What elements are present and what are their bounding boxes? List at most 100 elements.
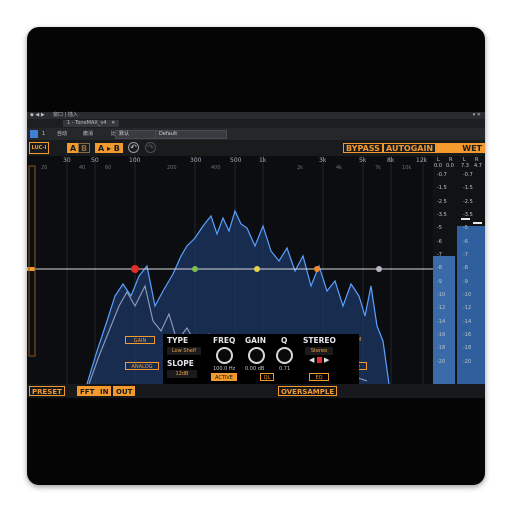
meter-scale-tick: -20 bbox=[437, 358, 446, 365]
stereo-mode-icon bbox=[317, 357, 322, 363]
meter-scale-tick: -0.7 bbox=[437, 172, 447, 178]
plugin-window: ◆ ◀ ▶ 窗口 | 插入 ▾ ✕ 1 - ToneMAX_v4 ✕ 1 自动 … bbox=[27, 112, 485, 398]
freq-sub-label: 200 bbox=[167, 165, 177, 171]
freq-label: 30 bbox=[63, 157, 71, 164]
gain-knob[interactable] bbox=[248, 347, 265, 364]
fft-button[interactable]: FFT bbox=[77, 386, 98, 396]
meter-l-peak: 0.0 bbox=[434, 163, 442, 169]
type-select[interactable]: Low Shelf bbox=[167, 347, 201, 355]
meter-scale-tick: -18 bbox=[463, 345, 472, 352]
slope-select[interactable]: 12dB bbox=[167, 370, 197, 378]
gain-value: 0.00 dB bbox=[245, 366, 265, 372]
meter-scale-tick: -5 bbox=[463, 225, 468, 232]
band-panel: TYPE Low Shelf SLOPE 12dB FREQ 100.0 Hz … bbox=[163, 334, 359, 384]
freq-sub-label: 10k bbox=[402, 165, 412, 171]
eq-small-button[interactable]: EQ bbox=[309, 373, 329, 381]
meter-scale-tick: -12 bbox=[437, 305, 446, 312]
host-item-c[interactable]: 撤消 bbox=[83, 128, 93, 140]
in-button[interactable]: IN bbox=[97, 386, 112, 396]
analog-button[interactable]: ANALOG bbox=[125, 362, 159, 370]
b-button[interactable]: B bbox=[78, 143, 91, 153]
freq-sub-label: 2k bbox=[297, 165, 304, 171]
meter-scale-tick: -14 bbox=[463, 318, 472, 325]
title-icons[interactable]: ◆ ◀ ▶ bbox=[30, 112, 45, 119]
meter-scale-tick: -1.5 bbox=[463, 185, 473, 192]
stereo-panel-label: STEREO bbox=[303, 336, 336, 345]
eq-graph[interactable]: 30 50 100 300 500 1k 3k 5k 8k 12k 20 40 … bbox=[27, 156, 433, 384]
gain-knob-label: GAIN bbox=[245, 336, 267, 345]
meter-scale-tick: -8 bbox=[463, 265, 468, 272]
freq-label: 12k bbox=[416, 157, 428, 164]
window-controls[interactable]: ▾ ✕ bbox=[473, 112, 481, 119]
tab-label: 1 - ToneMAX_v4 bbox=[67, 120, 107, 126]
freq-label: FREQ bbox=[213, 336, 236, 345]
freq-label: 50 bbox=[91, 157, 99, 164]
undo-icon[interactable]: ↶ bbox=[128, 142, 139, 153]
title-menu[interactable]: 窗口 | 插入 bbox=[53, 112, 78, 119]
meter-scale-tick: -16 bbox=[463, 332, 472, 338]
meter-scale-tick: -3.5 bbox=[437, 212, 447, 218]
meter-scale-tick: -3.5 bbox=[463, 212, 473, 218]
host-toolbar: 1 自动 撤消 比较 默认 Default bbox=[27, 128, 485, 140]
freq-sub-label: 40 bbox=[79, 165, 86, 171]
meter-scale-tick: -16 bbox=[437, 332, 446, 338]
meter-scale-tick: -7 bbox=[463, 252, 468, 258]
host-tab-bar: 1 - ToneMAX_v4 ✕ bbox=[27, 119, 485, 128]
freq-sub-label: 20 bbox=[41, 165, 48, 171]
gain-button[interactable]: GAIN bbox=[125, 336, 155, 344]
freq-label: 5k bbox=[359, 157, 367, 164]
stereo-arrows[interactable]: ◀ ▶ bbox=[309, 356, 331, 364]
freq-label: 1k bbox=[259, 157, 267, 164]
freq-label: 3k bbox=[319, 157, 327, 164]
meter-scale-tick: -2.5 bbox=[437, 198, 447, 205]
freq-label: 100 bbox=[129, 157, 141, 164]
meter-scale-tick: -8 bbox=[437, 265, 442, 272]
meter-scale-right: -0.7 -1.5 -2.5 -3.5 -5 -6 -7 -8 -9 -10 -12 -14 -16 -1… bbox=[463, 172, 483, 372]
redo-icon[interactable]: ↷ bbox=[145, 142, 156, 153]
freq-knob[interactable] bbox=[216, 347, 233, 364]
meter-scale-tick: -10 bbox=[463, 292, 472, 298]
meter-scale-tick: -6 bbox=[463, 238, 468, 245]
wet-button[interactable]: WET bbox=[435, 143, 485, 153]
tab-active[interactable]: 1 - ToneMAX_v4 ✕ bbox=[63, 120, 120, 127]
output-meter: L R L R 0.0 0.0 7.3 4.7 -0.7 -1.5 -2.5 -3.5… bbox=[433, 156, 485, 384]
tab-close-icon[interactable]: ✕ bbox=[111, 120, 115, 126]
q-value: 0.71 bbox=[279, 366, 291, 372]
power-icon[interactable] bbox=[30, 130, 38, 138]
host-title-bar: ◆ ◀ ▶ 窗口 | 插入 ▾ ✕ bbox=[27, 112, 485, 119]
slope-label: SLOPE bbox=[167, 359, 194, 368]
bypass-button[interactable]: BYPASS bbox=[343, 143, 383, 153]
meter-scale-tick: -0.7 bbox=[463, 172, 473, 178]
q-knob[interactable] bbox=[276, 347, 293, 364]
freq-sub-label: 60 bbox=[105, 165, 112, 171]
q-label: Q bbox=[281, 336, 288, 345]
preset-button[interactable]: PRESET bbox=[29, 386, 65, 396]
device-frame: ◆ ◀ ▶ 窗口 | 插入 ▾ ✕ 1 - ToneMAX_v4 ✕ 1 自动 … bbox=[27, 27, 485, 485]
preset-select[interactable]: Default bbox=[155, 130, 227, 139]
meter-scale-tick: -12 bbox=[463, 305, 472, 312]
meter2-r-peak: 4.7 bbox=[474, 163, 482, 169]
autogain-button[interactable]: AUTOGAIN bbox=[383, 143, 437, 153]
stereo-select[interactable]: Stereo bbox=[305, 347, 333, 355]
host-item-b[interactable]: 自动 bbox=[57, 128, 67, 140]
out-button[interactable]: OUT bbox=[113, 386, 136, 396]
meter-scale-tick: -1.5 bbox=[437, 185, 447, 192]
left-arrow-icon[interactable]: ◀ bbox=[309, 356, 314, 364]
meter-scale-tick: -2.5 bbox=[463, 198, 473, 205]
meter-scale-tick: -7 bbox=[437, 252, 442, 258]
ql-button[interactable]: QL bbox=[260, 373, 274, 381]
meter-r-peak: 0.0 bbox=[446, 163, 454, 169]
freq-active-button[interactable]: ACTIVE bbox=[211, 373, 237, 381]
meter-scale-left: -0.7 -1.5 -2.5 -3.5 -5 -6 -7 -8 -9 -10 -12 -14 -16 -1… bbox=[437, 172, 457, 372]
meter-scale-tick: -9 bbox=[463, 278, 468, 285]
meter-scale-tick: -5 bbox=[437, 225, 442, 232]
host-select-a[interactable]: 默认 bbox=[115, 130, 157, 139]
host-item-a[interactable]: 1 bbox=[42, 128, 45, 140]
type-label: TYPE bbox=[167, 336, 189, 345]
right-arrow-icon[interactable]: ▶ bbox=[324, 356, 329, 364]
freq-sub-label: 4k bbox=[336, 165, 343, 171]
ab-copy-button[interactable]: A ▸ B bbox=[95, 143, 123, 153]
freq-value: 100.0 Hz bbox=[213, 366, 236, 372]
oversample-button[interactable]: OVERSAMPLE bbox=[278, 386, 338, 396]
meter-scale-tick: -6 bbox=[437, 238, 442, 245]
